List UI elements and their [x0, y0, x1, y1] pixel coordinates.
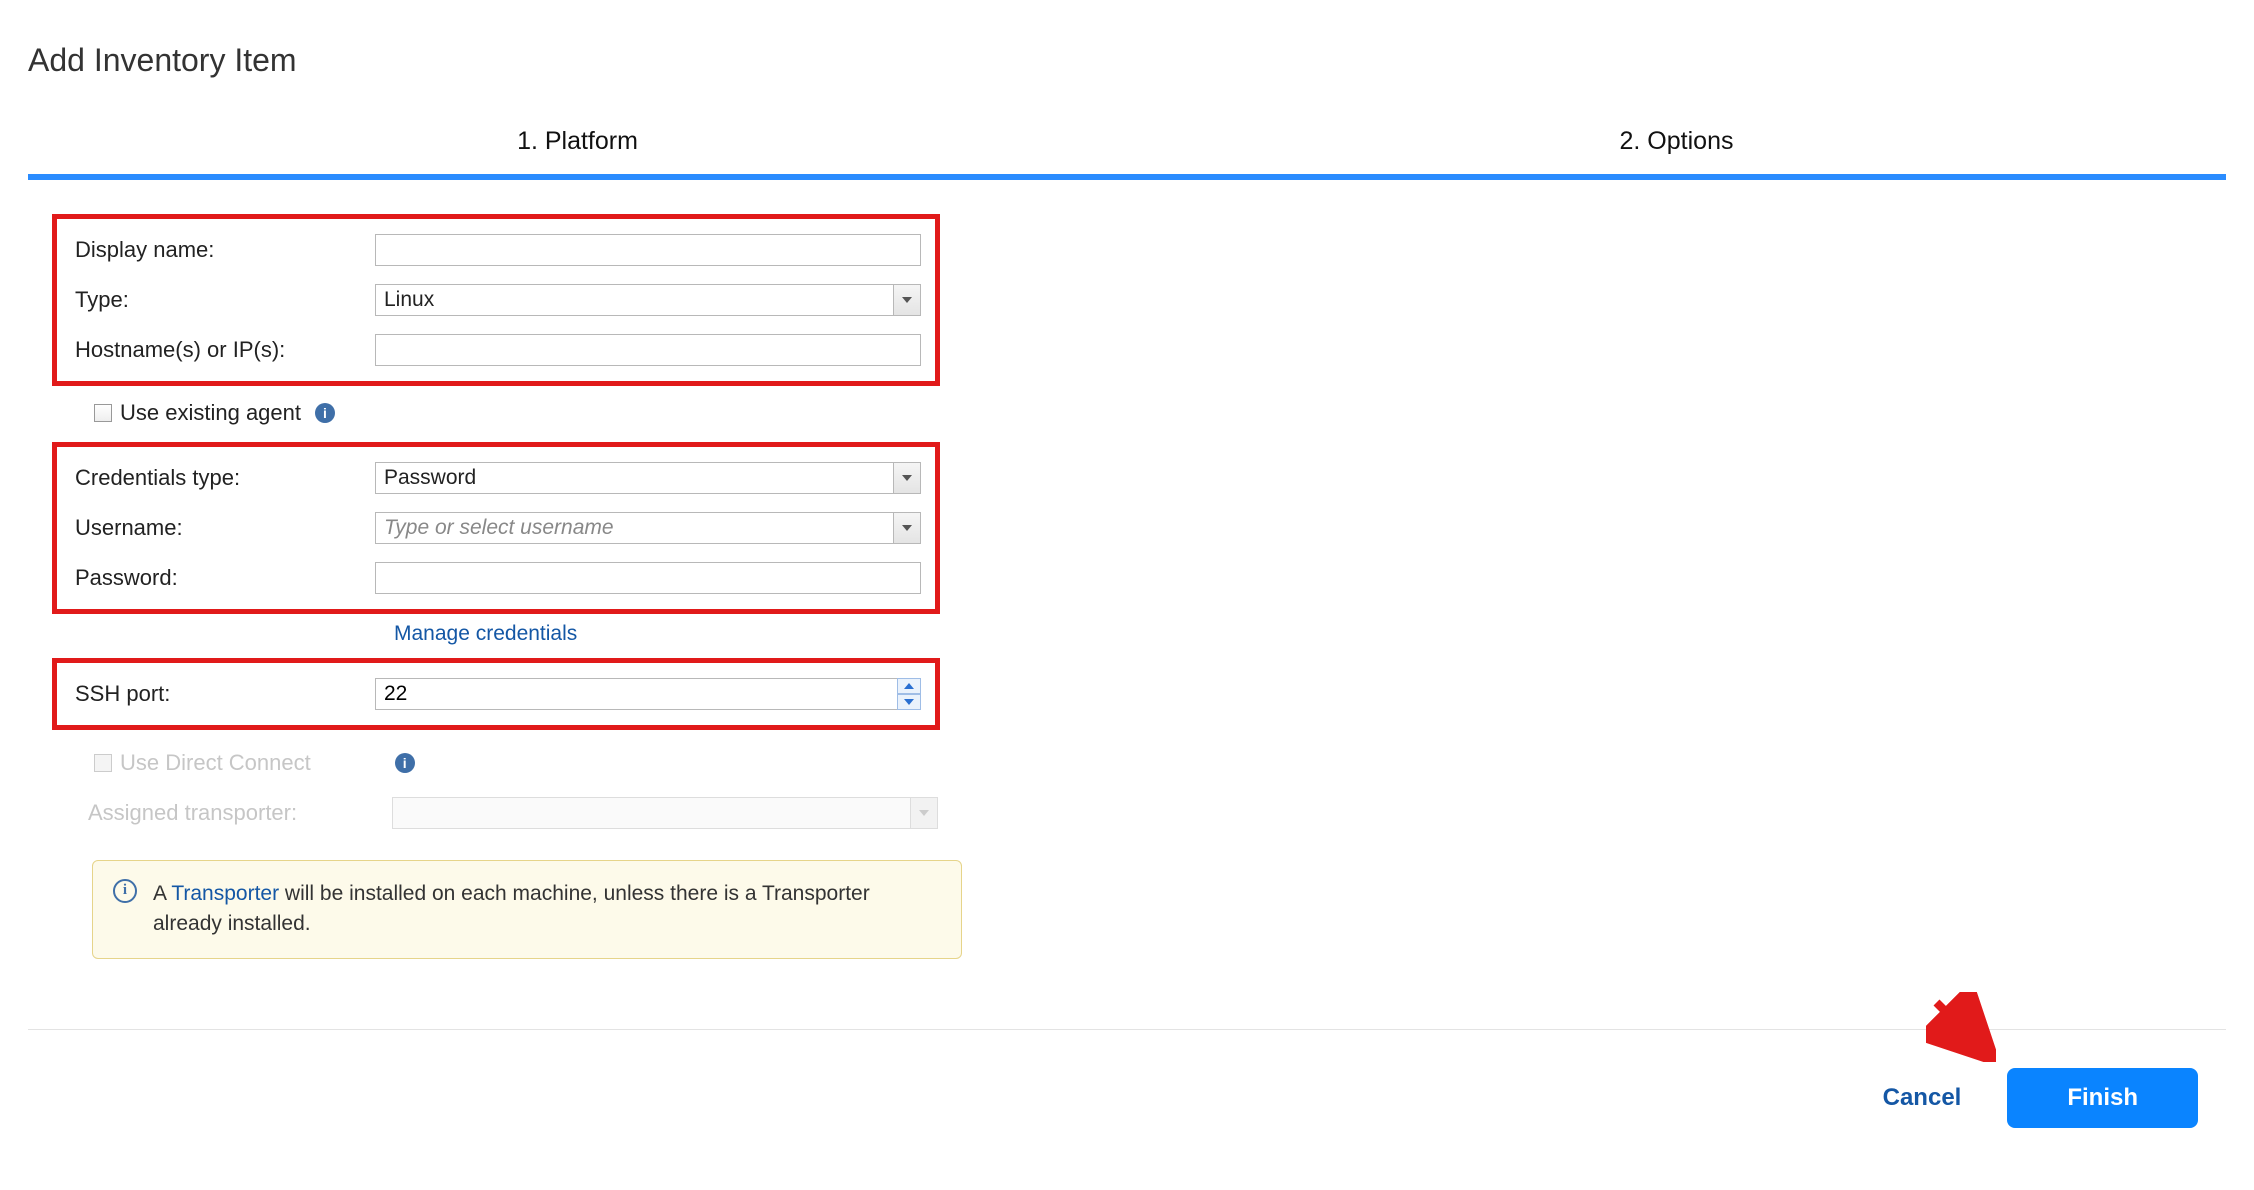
wizard-tabs: 1. Platform 2. Options [28, 119, 2226, 180]
highlight-box-identity: Display name: Type: Linux Hostname(s) or… [52, 214, 940, 386]
chevron-down-icon [902, 475, 912, 481]
label-assigned-transporter: Assigned transporter: [88, 800, 392, 826]
info-icon: i [113, 879, 137, 903]
ssh-port-up[interactable] [897, 678, 921, 694]
type-select-caret[interactable] [893, 284, 921, 316]
label-username: Username: [75, 515, 375, 541]
cancel-button[interactable]: Cancel [1877, 1083, 1968, 1113]
use-direct-connect-checkbox [94, 754, 112, 772]
credentials-type-value: Password [375, 462, 921, 494]
annotation-arrow-icon [1926, 992, 1996, 1068]
transporter-info-panel: i A Transporter will be installed on eac… [92, 860, 962, 959]
assigned-transporter-value [392, 797, 938, 829]
tab-options[interactable]: 2. Options [1127, 119, 2226, 174]
display-name-input[interactable] [375, 234, 921, 266]
type-select[interactable]: Linux [375, 284, 921, 316]
use-existing-agent-checkbox[interactable] [94, 404, 112, 422]
transporter-link[interactable]: Transporter [171, 882, 279, 905]
credentials-type-select[interactable]: Password [375, 462, 921, 494]
chevron-down-icon [902, 297, 912, 303]
assigned-transporter-select [392, 797, 938, 829]
username-placeholder: Type or select username [375, 512, 921, 544]
ssh-port-input[interactable] [375, 678, 921, 710]
hostname-input[interactable] [375, 334, 921, 366]
info-icon[interactable]: i [315, 403, 335, 423]
label-type: Type: [75, 287, 375, 313]
chevron-down-icon [902, 525, 912, 531]
credentials-type-caret[interactable] [893, 462, 921, 494]
username-combo-caret[interactable] [893, 512, 921, 544]
type-select-value: Linux [375, 284, 921, 316]
finish-button[interactable]: Finish [2007, 1068, 2198, 1128]
username-combo[interactable]: Type or select username [375, 512, 921, 544]
label-credentials-type: Credentials type: [75, 465, 375, 491]
ssh-port-spinner[interactable] [375, 678, 921, 710]
manage-credentials-link[interactable]: Manage credentials [394, 622, 577, 645]
highlight-box-ssh: SSH port: [52, 658, 940, 730]
tab-platform[interactable]: 1. Platform [28, 119, 1127, 174]
label-ssh-port: SSH port: [75, 681, 375, 707]
label-password: Password: [75, 565, 375, 591]
ssh-port-down[interactable] [897, 694, 921, 710]
info-icon[interactable]: i [395, 753, 415, 773]
highlight-box-credentials: Credentials type: Password Username: Typ… [52, 442, 940, 614]
assigned-transporter-caret [910, 797, 938, 829]
transporter-info-text: A Transporter will be installed on each … [153, 879, 941, 940]
label-use-direct-connect: Use Direct Connect [120, 750, 311, 776]
password-input[interactable] [375, 562, 921, 594]
label-use-existing-agent: Use existing agent [120, 400, 301, 426]
label-display-name: Display name: [75, 237, 375, 263]
chevron-down-icon [919, 810, 929, 816]
label-hostname: Hostname(s) or IP(s): [75, 337, 375, 363]
page-title: Add Inventory Item [28, 42, 2226, 79]
